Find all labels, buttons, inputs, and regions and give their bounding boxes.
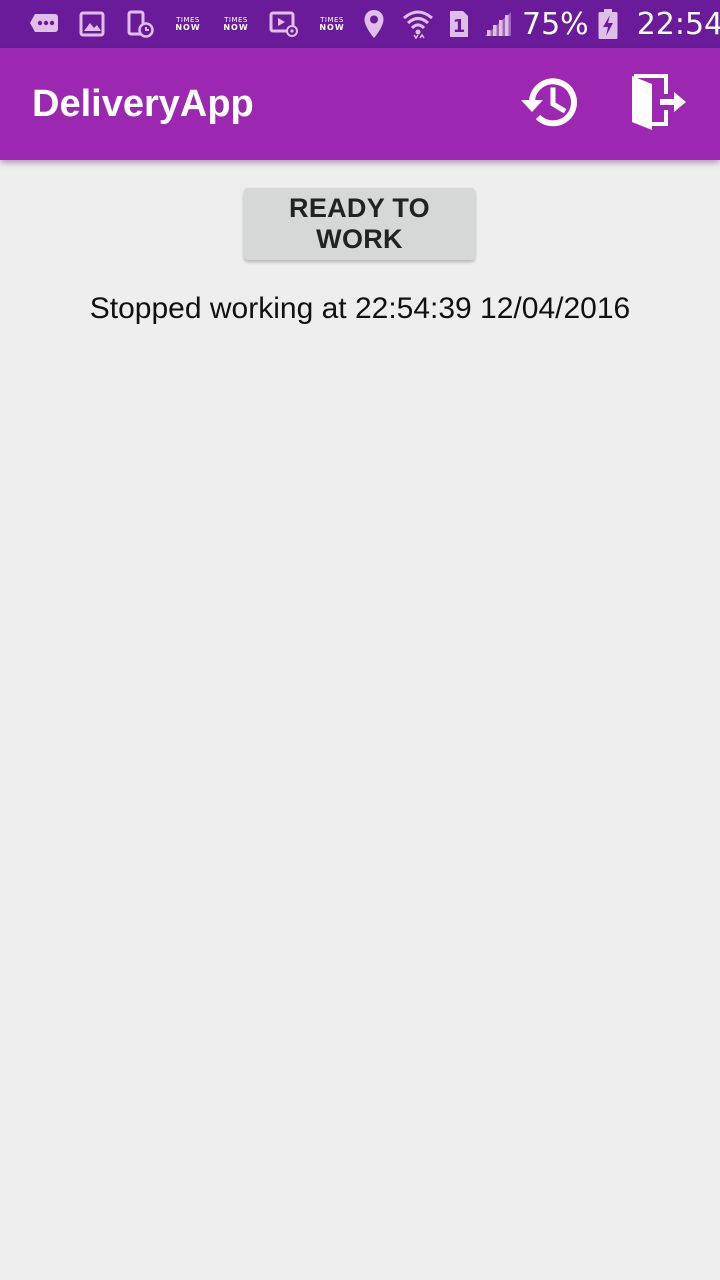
battery-percent: 75%	[522, 6, 589, 42]
location-icon	[356, 0, 392, 48]
phone-schedule-icon	[116, 0, 164, 48]
times-now-line2: NOW	[319, 22, 345, 32]
times-now-line2: NOW	[223, 22, 249, 32]
wifi-icon	[398, 0, 438, 48]
app-title: DeliveryApp	[32, 82, 254, 125]
sim-label: 1	[453, 16, 466, 37]
times-now-line2: NOW	[175, 22, 201, 32]
logout-button[interactable]	[618, 64, 698, 144]
times-now-icon: TIMES NOW	[308, 0, 356, 48]
system-indicators: 1 75% 22:54	[356, 0, 720, 48]
history-icon	[518, 76, 578, 132]
sim-1-icon: 1	[444, 0, 474, 48]
notification-icons: TIMES NOW TIMES NOW TIMES NOW	[20, 0, 356, 48]
battery-charging-icon	[595, 0, 621, 48]
image-icon	[68, 0, 116, 48]
signal-icon	[480, 0, 516, 48]
clock: 22:54	[636, 6, 720, 42]
logout-icon	[626, 72, 690, 136]
app-bar: DeliveryApp	[0, 48, 720, 160]
times-now-icon: TIMES NOW	[212, 0, 260, 48]
main-content: READY TO WORK Stopped working at 22:54:3…	[0, 160, 720, 1280]
work-status-message: Stopped working at 22:54:39 12/04/2016	[89, 292, 631, 325]
ready-to-work-button[interactable]: READY TO WORK	[244, 188, 475, 260]
email-video-icon	[260, 0, 308, 48]
message-icon	[20, 0, 68, 48]
history-button[interactable]	[508, 64, 588, 144]
status-bar: TIMES NOW TIMES NOW TIMES NOW 1 75% 22:5…	[0, 0, 720, 48]
times-now-icon: TIMES NOW	[164, 0, 212, 48]
